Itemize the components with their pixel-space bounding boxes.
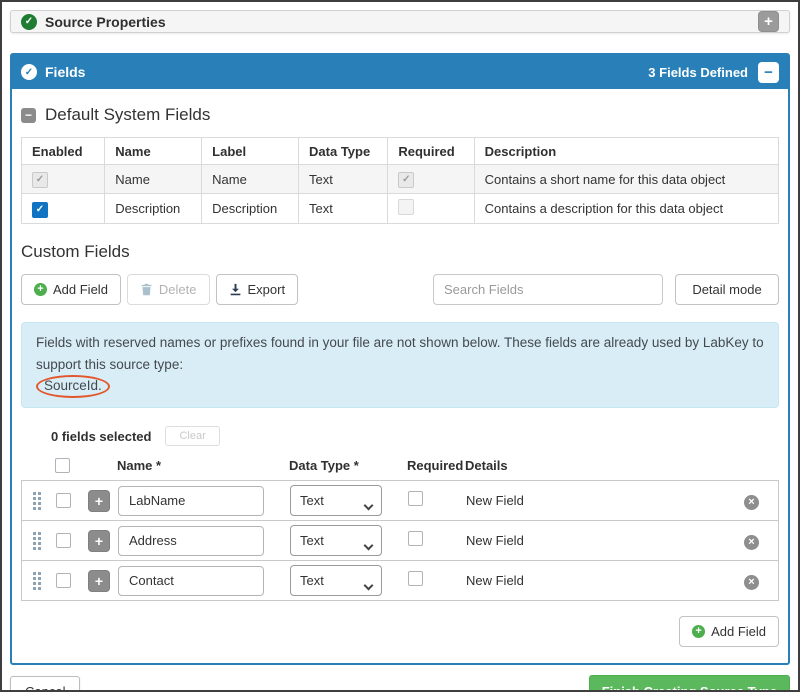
plus-circle-icon: +	[692, 625, 705, 638]
custom-field-row: + Text New Field ×	[21, 480, 779, 521]
grid-header-data-type: Data Type *	[289, 458, 407, 473]
expand-field-button[interactable]: +	[88, 530, 110, 552]
reserved-field-annotation: SourceId.	[36, 375, 110, 398]
column-header-description: Description	[474, 138, 778, 165]
table-row: ✓ Name Name Text ✓ Contains a short name…	[22, 165, 779, 194]
field-details: New Field	[466, 493, 744, 508]
fields-title: Fields	[45, 64, 85, 80]
selection-summary: 0 fields selected Clear	[51, 426, 779, 446]
cell-label: Description	[202, 194, 299, 224]
table-header-row: Enabled Name Label Data Type Required De…	[22, 138, 779, 165]
detail-mode-button[interactable]: Detail mode	[675, 274, 779, 305]
required-checkbox-disabled	[398, 199, 414, 215]
required-checkbox[interactable]	[408, 491, 423, 506]
table-row: ✓ Description Description Text Contains …	[22, 194, 779, 224]
row-checkbox[interactable]	[56, 573, 71, 588]
fields-defined-badge: 3 Fields Defined	[648, 65, 748, 80]
data-type-select[interactable]: Text	[290, 485, 382, 516]
remove-field-icon[interactable]: ×	[744, 575, 759, 590]
field-name-input[interactable]	[118, 486, 264, 516]
data-type-select[interactable]: Text	[290, 525, 382, 556]
expand-panel-button[interactable]: +	[758, 11, 779, 32]
delete-button[interactable]: Delete	[127, 274, 210, 305]
row-checkbox[interactable]	[56, 533, 71, 548]
drag-handle-icon[interactable]	[33, 492, 36, 495]
collapse-section-icon[interactable]: −	[21, 108, 36, 123]
custom-field-row: + Text New Field ×	[21, 520, 779, 561]
column-header-label: Label	[202, 138, 299, 165]
required-checkbox[interactable]	[408, 531, 423, 546]
field-name-input[interactable]	[118, 526, 264, 556]
cell-description: Contains a short name for this data obje…	[474, 165, 778, 194]
data-type-select[interactable]: Text	[290, 565, 382, 596]
plus-circle-icon: +	[34, 283, 47, 296]
download-icon	[229, 283, 242, 296]
custom-fields-title: Custom Fields	[21, 242, 779, 262]
remove-field-icon[interactable]: ×	[744, 495, 759, 510]
column-header-data-type: Data Type	[299, 138, 388, 165]
cancel-button[interactable]: Cancel	[10, 676, 80, 692]
cell-description: Contains a description for this data obj…	[474, 194, 778, 224]
drag-handle-icon[interactable]	[33, 572, 36, 575]
add-field-bottom-wrap: + Add Field	[21, 616, 779, 647]
custom-fields-toolbar: + Add Field Delete Export Detail mode	[21, 274, 779, 305]
fields-panel: ✓ Fields 3 Fields Defined − − Default Sy…	[10, 53, 790, 665]
column-header-enabled: Enabled	[22, 138, 105, 165]
column-header-name: Name	[105, 138, 202, 165]
cell-label: Name	[202, 165, 299, 194]
add-field-button[interactable]: + Add Field	[21, 274, 121, 305]
cell-data-type: Text	[299, 165, 388, 194]
collapse-panel-button[interactable]: −	[758, 62, 779, 83]
default-system-fields-table: Enabled Name Label Data Type Required De…	[21, 137, 779, 224]
fields-selected-count: 0 fields selected	[51, 429, 151, 444]
required-checkbox-disabled: ✓	[398, 172, 414, 188]
grid-header-required: Required	[407, 458, 465, 473]
custom-fields-grid-header: Name * Data Type * Required Details	[21, 448, 779, 481]
cell-data-type: Text	[299, 194, 388, 224]
alert-message: Fields with reserved names or prefixes f…	[36, 335, 764, 372]
fields-panel-body: − Default System Fields Enabled Name Lab…	[12, 89, 788, 663]
page: ✓ Source Properties + ✓ Fields 3 Fields …	[0, 0, 800, 692]
grid-header-name: Name *	[117, 458, 289, 473]
cell-name: Description	[105, 194, 202, 224]
enabled-checkbox[interactable]: ✓	[32, 202, 48, 218]
remove-field-icon[interactable]: ×	[744, 535, 759, 550]
expand-field-button[interactable]: +	[88, 490, 110, 512]
search-fields-input[interactable]	[433, 274, 663, 305]
finish-creating-source-type-button[interactable]: Finish Creating Source Type	[589, 675, 790, 692]
required-checkbox[interactable]	[408, 571, 423, 586]
expand-field-button[interactable]: +	[88, 570, 110, 592]
reserved-fields-alert: Fields with reserved names or prefixes f…	[21, 322, 779, 408]
grid-header-details: Details	[465, 458, 745, 473]
row-checkbox[interactable]	[56, 493, 71, 508]
custom-field-row: + Text New Field ×	[21, 560, 779, 601]
column-header-required: Required	[388, 138, 474, 165]
source-properties-title: Source Properties	[45, 14, 166, 30]
field-details: New Field	[466, 533, 744, 548]
fields-panel-header: ✓ Fields 3 Fields Defined −	[12, 55, 788, 89]
clear-selection-button[interactable]: Clear	[165, 426, 219, 446]
select-all-checkbox[interactable]	[55, 458, 70, 473]
check-circle-icon: ✓	[21, 64, 37, 80]
default-system-fields-header: − Default System Fields	[21, 105, 779, 125]
export-button[interactable]: Export	[216, 274, 299, 305]
footer-actions: Cancel Finish Creating Source Type	[10, 665, 790, 692]
enabled-checkbox-disabled: ✓	[32, 172, 48, 188]
field-name-input[interactable]	[118, 566, 264, 596]
trash-icon	[140, 283, 153, 296]
default-system-fields-title: Default System Fields	[45, 105, 210, 125]
add-field-button-bottom[interactable]: + Add Field	[679, 616, 779, 647]
cell-name: Name	[105, 165, 202, 194]
field-details: New Field	[466, 573, 744, 588]
check-circle-icon: ✓	[21, 14, 37, 30]
drag-handle-icon[interactable]	[33, 532, 36, 535]
source-properties-panel-header: ✓ Source Properties +	[10, 10, 790, 33]
